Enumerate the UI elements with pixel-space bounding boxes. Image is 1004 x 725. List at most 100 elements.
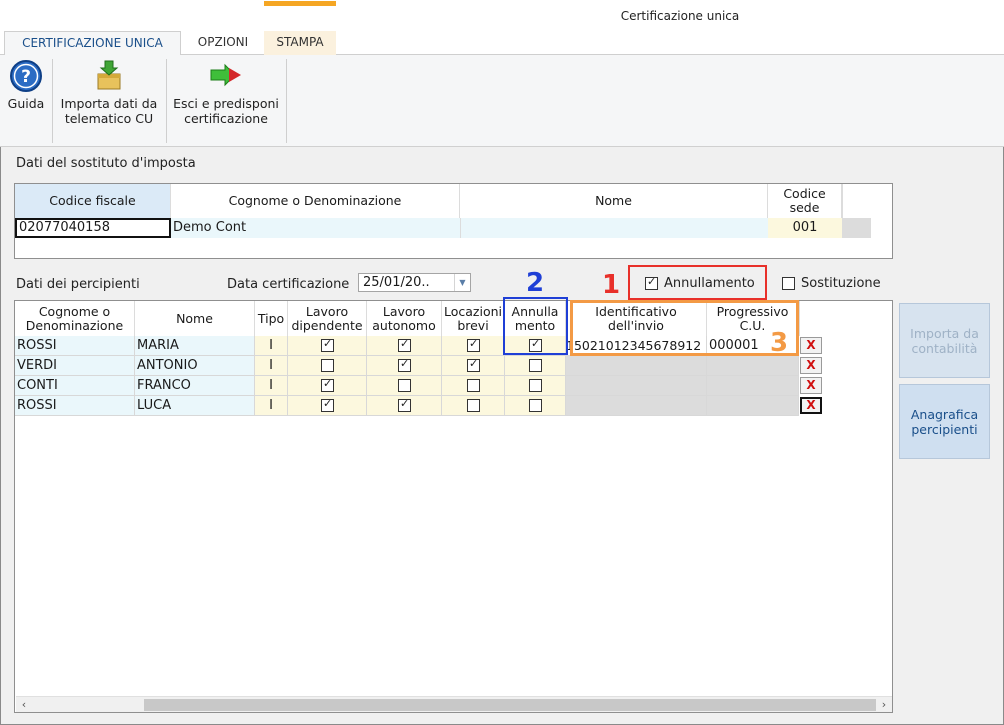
cell-tipo[interactable]: I	[255, 376, 288, 396]
col-header-lavdip-l2: dipendente	[291, 317, 363, 333]
anagrafica-percipienti-button[interactable]: Anagrafica percipienti	[899, 384, 990, 459]
annotation-number-2: 2	[526, 268, 545, 298]
col-header-ident-l1: Identificativo	[595, 303, 677, 319]
cell-cognome[interactable]: VERDI	[15, 356, 135, 376]
loc-checkbox[interactable]	[467, 357, 480, 372]
cognome-denominazione-input[interactable]: Demo Cont	[171, 218, 460, 238]
aut-checkbox[interactable]	[398, 397, 411, 412]
data-certificazione-value: 25/01/20..	[363, 275, 430, 290]
scroll-right-icon[interactable]: ›	[876, 697, 892, 713]
cell-dip	[288, 376, 367, 396]
annullamento-label: Annullamento	[664, 276, 755, 291]
header-codice-sede-l2: sede	[789, 200, 820, 215]
loc-checkbox[interactable]	[467, 379, 480, 392]
dip-checkbox[interactable]	[321, 397, 334, 412]
aut-checkbox[interactable]	[398, 357, 411, 372]
cell-aut	[367, 376, 442, 396]
tab-opzioni[interactable]: OPZIONI	[184, 31, 262, 56]
col-header-lavaut-l1: Lavoro	[382, 303, 426, 319]
ribbon-separator	[166, 59, 167, 143]
col-header-ident-l2: dell'invio	[608, 317, 664, 333]
aut-checkbox[interactable]	[398, 379, 411, 392]
col-header-cognome-l1: Cognome o	[38, 303, 111, 319]
cell-ann	[505, 336, 566, 356]
dip-checkbox[interactable]	[321, 337, 334, 352]
cell-ident[interactable]	[566, 376, 707, 396]
delete-row-button[interactable]: X	[800, 377, 822, 394]
nome-input[interactable]	[460, 218, 768, 238]
cell-ident[interactable]	[566, 396, 707, 416]
col-header-lavoro-dipendente: Lavoro dipendente	[288, 301, 367, 336]
cell-nome[interactable]: MARIA	[135, 336, 255, 356]
delete-row-button[interactable]: X	[800, 397, 822, 414]
importa-telematico-button[interactable]: Importa dati da telematico CU	[56, 59, 162, 126]
col-header-lavaut-l2: autonomo	[372, 317, 436, 333]
cell-nome[interactable]: FRANCO	[135, 376, 255, 396]
ann-checkbox[interactable]	[529, 337, 542, 352]
anagrafica-percipienti-l1: Anagrafica	[910, 406, 979, 422]
sostituzione-checkbox[interactable]	[782, 277, 795, 290]
col-header-prog-l1: Progressivo	[716, 303, 789, 319]
col-header-lavdip-l1: Lavoro	[305, 303, 349, 319]
ann-checkbox[interactable]	[529, 359, 542, 372]
scrollbar-thumb[interactable]	[144, 699, 876, 711]
row-filler	[842, 218, 871, 238]
aut-checkbox[interactable]	[398, 337, 411, 352]
esci-predisponi-button[interactable]: Esci e predisponi certificazione	[170, 59, 282, 126]
cell-nome[interactable]: LUCA	[135, 396, 255, 416]
codice-sede-input[interactable]: 001	[768, 218, 842, 238]
percipienti-grid: Cognome o Denominazione Nome Tipo Lavoro…	[14, 300, 893, 713]
header-codice-sede: Codice sede	[768, 184, 842, 218]
exit-arrow-icon	[209, 59, 243, 93]
stampa-accent	[264, 1, 336, 6]
importa-contabilita-l1: Importa da	[910, 325, 979, 341]
cell-cognome[interactable]: CONTI	[15, 376, 135, 396]
ribbon-separator	[286, 59, 287, 143]
cell-ident[interactable]	[566, 356, 707, 376]
tab-stampa[interactable]: STAMPA	[264, 31, 336, 56]
cell-dip	[288, 336, 367, 356]
cell-ann	[505, 376, 566, 396]
col-header-cognome-l2: Denominazione	[25, 317, 124, 333]
annotation-number-3: 3	[770, 328, 789, 358]
importa-contabilita-button[interactable]: Importa da contabilità	[899, 303, 990, 378]
header-codice-sede-l1: Codice	[783, 186, 826, 201]
cell-loc	[442, 396, 505, 416]
cell-prog[interactable]	[707, 376, 799, 396]
codice-fiscale-input[interactable]: 02077040158	[15, 218, 171, 238]
cell-prog[interactable]	[707, 396, 799, 416]
dip-checkbox[interactable]	[321, 377, 334, 392]
col-header-cognome: Cognome o Denominazione	[15, 301, 135, 336]
cell-prog[interactable]	[707, 356, 799, 376]
col-header-annullamento: Annulla mento	[505, 301, 566, 336]
guida-button[interactable]: ? Guida	[4, 59, 48, 111]
col-header-ann-l1: Annulla	[511, 303, 559, 319]
cell-tipo[interactable]: I	[255, 396, 288, 416]
dip-checkbox[interactable]	[321, 359, 334, 372]
scroll-left-icon[interactable]: ‹	[16, 697, 32, 713]
cell-cognome[interactable]: ROSSI	[15, 396, 135, 416]
delete-row-button[interactable]: X	[800, 337, 822, 354]
cell-ident[interactable]: 15021012345678912	[566, 336, 707, 356]
cell-cognome[interactable]: ROSSI	[15, 336, 135, 356]
cell-nome[interactable]: ANTONIO	[135, 356, 255, 376]
svg-text:?: ?	[21, 67, 31, 87]
delete-row-button[interactable]: X	[800, 357, 822, 374]
cell-tipo[interactable]: I	[255, 336, 288, 356]
cell-dip	[288, 396, 367, 416]
ann-checkbox[interactable]	[529, 399, 542, 412]
data-certificazione-select[interactable]: 25/01/20.. ▼	[358, 273, 471, 292]
cell-tipo[interactable]: I	[255, 356, 288, 376]
chevron-down-icon[interactable]: ▼	[454, 274, 470, 291]
loc-checkbox[interactable]	[467, 399, 480, 412]
col-header-nome: Nome	[135, 301, 255, 336]
col-header-loc-l1: Locazioni	[443, 303, 502, 319]
loc-checkbox[interactable]	[467, 337, 480, 352]
ann-checkbox[interactable]	[529, 379, 542, 392]
header-filler	[842, 184, 871, 218]
sostituto-panel: Codice fiscale Cognome o Denominazione N…	[14, 183, 893, 259]
horizontal-scrollbar[interactable]: ‹ ›	[16, 696, 892, 712]
tab-certificazione-unica[interactable]: CERTIFICAZIONE UNICA	[4, 31, 181, 56]
col-header-loc-l2: brevi	[457, 317, 489, 333]
annullamento-checkbox[interactable]	[645, 275, 658, 290]
